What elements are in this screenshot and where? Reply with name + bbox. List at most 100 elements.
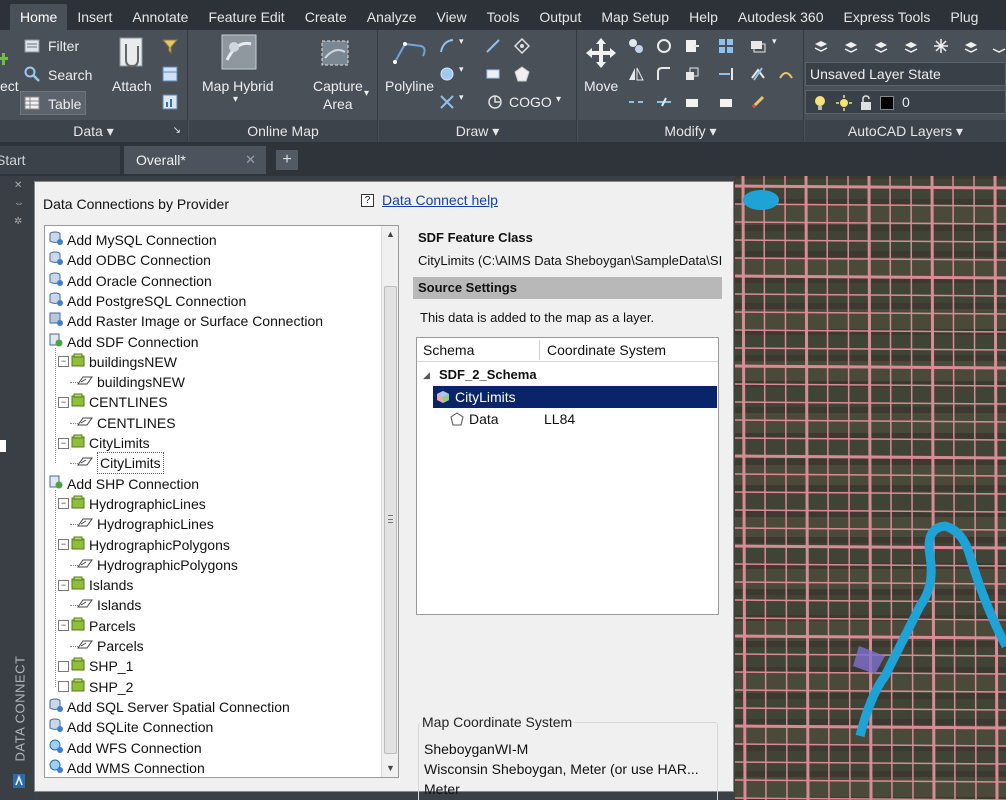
menu-tab-tools[interactable]: Tools: [477, 4, 530, 30]
data-table-icon[interactable]: [162, 66, 178, 82]
layer-properties-icon[interactable]: [813, 38, 829, 54]
feature-class-item[interactable]: Islands: [77, 595, 141, 615]
provider-item[interactable]: Add SQLite Connection: [49, 717, 213, 737]
unlock-icon[interactable]: [858, 95, 874, 111]
datastore-item[interactable]: − CENTLINES: [58, 392, 168, 412]
node-icon[interactable]: [514, 38, 530, 54]
collapse-icon[interactable]: −: [58, 620, 69, 632]
erase-icon[interactable]: [750, 66, 766, 82]
provider-item[interactable]: Add Oracle Connection: [49, 271, 212, 291]
table-button[interactable]: Table: [20, 91, 86, 115]
query-filter-icon[interactable]: [162, 38, 178, 54]
trim-icon[interactable]: [684, 38, 700, 54]
new-tab-button[interactable]: +: [276, 150, 298, 170]
menu-tab-annotate[interactable]: Annotate: [122, 4, 198, 30]
feature-class-item[interactable]: CENTLINES: [77, 413, 176, 433]
feature-class-item[interactable]: CityLimits: [77, 452, 164, 475]
modify-panel-title[interactable]: Modify ▾: [578, 120, 803, 142]
break-icon[interactable]: [628, 94, 644, 110]
property-row[interactable]: Data LL84: [417, 408, 718, 430]
scroll-down-arrow[interactable]: ▼: [382, 760, 398, 777]
mirror-icon[interactable]: [628, 66, 644, 82]
provider-item[interactable]: Add WMS Connection: [49, 758, 205, 777]
collapse-icon[interactable]: −: [58, 396, 69, 408]
datastore-item[interactable]: SHP_1: [58, 656, 133, 676]
expander-icon[interactable]: [58, 660, 69, 672]
provider-item[interactable]: Add PostgreSQL Connection: [49, 291, 246, 311]
stats-icon[interactable]: [162, 94, 178, 110]
rectangle-icon[interactable]: [485, 66, 501, 82]
fillet-icon[interactable]: [656, 66, 672, 82]
layer-dropdown[interactable]: 0: [805, 90, 1006, 114]
offset-icon[interactable]: [778, 66, 794, 82]
collapse-icon[interactable]: −: [58, 356, 69, 368]
menu-tab-autodesk-360[interactable]: Autodesk 360: [728, 4, 834, 30]
menu-tab-output[interactable]: Output: [529, 4, 591, 30]
column-coordinate-system[interactable]: Coordinate System: [541, 338, 666, 362]
menu-tab-analyze[interactable]: Analyze: [357, 4, 427, 30]
scale-icon[interactable]: [684, 66, 700, 82]
layer-freeze-icon[interactable]: [933, 38, 949, 54]
datastore-item[interactable]: SHP_2: [58, 677, 133, 697]
cogo-dropdown-arrow[interactable]: ▾: [556, 94, 561, 105]
cogo-button[interactable]: COGO: [509, 94, 552, 110]
menu-tab-map-setup[interactable]: Map Setup: [591, 4, 679, 30]
datastore-item[interactable]: − buildingsNEW: [58, 352, 177, 372]
feature-class-item[interactable]: buildingsNEW: [77, 372, 185, 392]
map-hybrid-button[interactable]: Map Hybrid: [202, 78, 274, 94]
stretch-icon[interactable]: [750, 38, 766, 54]
data-panel-title[interactable]: Data ▾ ↘: [0, 120, 187, 142]
connect-button[interactable]: ect: [0, 78, 19, 94]
provider-item[interactable]: Add Raster Image or Surface Connection: [49, 311, 323, 331]
layer-state-dropdown[interactable]: Unsaved Layer State: [805, 62, 1006, 86]
datastore-item[interactable]: − HydrographicPolygons: [58, 535, 230, 555]
capture-button[interactable]: Capture: [313, 78, 363, 94]
datastore-item[interactable]: − HydrographicLines: [58, 494, 206, 514]
palette-close-icon[interactable]: ✕: [14, 180, 22, 191]
polygon-icon[interactable]: [514, 66, 530, 82]
array-icon[interactable]: [718, 38, 734, 54]
column-schema[interactable]: Schema: [417, 338, 474, 362]
schema-row[interactable]: ◢ SDF_2_Schema: [417, 364, 718, 386]
provider-item[interactable]: Add SDF Connection: [49, 332, 199, 352]
filter-button[interactable]: Filter: [48, 38, 79, 54]
connect-icon[interactable]: [0, 52, 10, 66]
layer-unisolate-icon[interactable]: [903, 38, 919, 54]
capture-dropdown-arrow[interactable]: ▾: [364, 88, 369, 99]
menu-tab-feature-edit[interactable]: Feature Edit: [198, 4, 294, 30]
datastore-item[interactable]: − CityLimits: [58, 433, 150, 453]
polyline-button[interactable]: Polyline: [385, 78, 434, 94]
copy-icon[interactable]: [628, 38, 644, 54]
explode-icon[interactable]: [684, 94, 700, 110]
palette-autohide-icon[interactable]: ⇔: [14, 198, 24, 209]
search-button[interactable]: Search: [48, 67, 92, 83]
arc-icon[interactable]: [439, 38, 455, 54]
feature-class-item[interactable]: Parcels: [77, 636, 144, 656]
join-icon[interactable]: [656, 94, 672, 110]
layer-off-icon[interactable]: [963, 38, 979, 54]
collapse-icon[interactable]: −: [58, 437, 69, 449]
provider-item[interactable]: Add SHP Connection: [49, 474, 199, 494]
layer-more-icon[interactable]: [991, 38, 1006, 54]
rotate-icon[interactable]: [656, 38, 672, 54]
provider-item[interactable]: Add WFS Connection: [49, 738, 202, 758]
xline-icon[interactable]: [439, 94, 455, 110]
map-view[interactable]: [735, 176, 1006, 800]
expander-icon[interactable]: [58, 681, 69, 693]
extend-icon[interactable]: [718, 66, 734, 82]
help-icon[interactable]: ?: [361, 193, 374, 207]
menu-tab-help[interactable]: Help: [679, 4, 728, 30]
tab-overall[interactable]: Overall* ✕: [124, 146, 266, 174]
tab-start[interactable]: Start: [0, 146, 120, 174]
provider-item[interactable]: Add SQL Server Spatial Connection: [49, 697, 290, 717]
lightbulb-icon[interactable]: [812, 95, 828, 111]
draw-panel-title[interactable]: Draw ▾: [379, 120, 576, 142]
circle-icon[interactable]: [439, 66, 455, 82]
provider-item[interactable]: Add MySQL Connection: [49, 230, 217, 250]
move-button[interactable]: Move: [584, 78, 618, 94]
tree-scrollbar[interactable]: ▲ ▼: [381, 226, 398, 777]
layer-color-swatch[interactable]: [880, 96, 894, 110]
provider-item[interactable]: Add ODBC Connection: [49, 250, 211, 270]
collapse-icon[interactable]: −: [58, 498, 69, 510]
scroll-thumb[interactable]: [384, 286, 397, 754]
